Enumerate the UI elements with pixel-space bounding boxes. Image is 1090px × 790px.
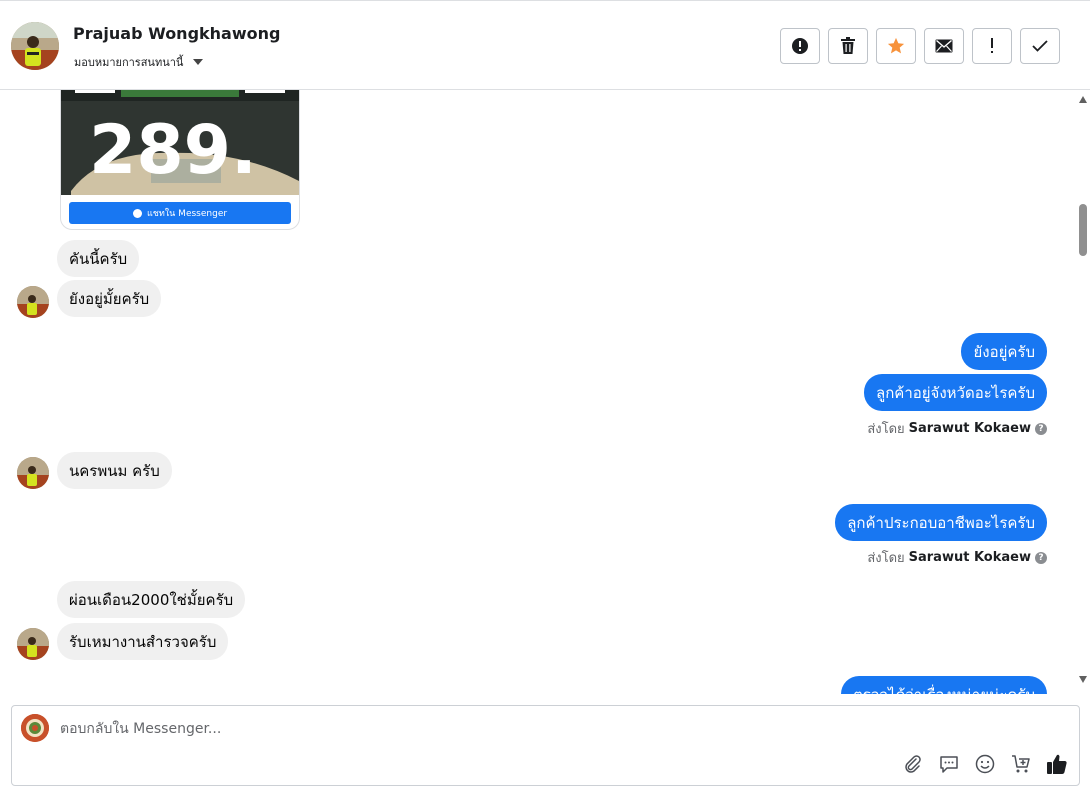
smiley-icon [975,754,995,774]
contact-avatar-small [17,628,49,660]
chat-bubble-icon [940,756,958,773]
trash-icon [841,37,855,54]
help-icon[interactable]: ? [1035,551,1047,564]
header-actions [780,28,1060,64]
star-icon [887,37,905,54]
message-thread[interactable]: 289. แชทใน Messenger คันนี้ครับ ยังอยู่ม… [0,90,1076,694]
outgoing-message[interactable]: ลูกค้าอยู่จังหวัดอะไรครับ [864,374,1047,411]
scroll-up-arrow-icon[interactable] [1079,96,1087,103]
scroll-down-arrow-icon[interactable] [1079,676,1087,683]
delete-button[interactable] [828,28,868,64]
contact-avatar-small [17,286,49,318]
incoming-message[interactable]: รับเหมางานสำรวจครับ [57,623,229,660]
outgoing-message[interactable]: ลูกค้าประกอบอาชีพอะไรครับ [835,504,1047,541]
assign-conversation-dropdown[interactable]: มอบหมายการสนทนานี้ [74,53,204,71]
contact-name[interactable]: Prajuab Wongkhawong [73,24,280,43]
ad-price-text: 289. [89,111,257,190]
follow-up-button[interactable] [972,28,1012,64]
sent-by-agent[interactable]: Sarawut Kokaew [909,550,1031,565]
mark-spam-button[interactable] [780,28,820,64]
scroll-thumb[interactable] [1079,204,1087,256]
sent-by-agent[interactable]: Sarawut Kokaew [909,421,1031,436]
check-icon [1032,40,1048,52]
ad-image[interactable]: 289. [61,90,299,195]
contact-avatar[interactable] [11,22,59,70]
add-to-cart-button[interactable] [1010,753,1032,775]
exclamation-icon [991,38,993,53]
conversation-header: Prajuab Wongkhawong มอบหมายการสนทนานี้ [0,0,1090,90]
reply-composer [11,705,1080,786]
sent-by-prefix: ส่งโดย [867,551,905,566]
thread-scrollbar[interactable] [1076,90,1090,694]
outgoing-message[interactable]: ยังอยู่ครับ [961,333,1047,370]
contact-avatar-small [17,457,49,489]
incoming-message[interactable]: นครพนม ครับ [57,452,172,489]
emoji-button[interactable] [974,753,996,775]
saved-replies-button[interactable] [938,753,960,775]
mark-unread-button[interactable] [924,28,964,64]
caret-down-icon [193,59,204,65]
like-button[interactable] [1046,753,1068,775]
alert-circle-icon [792,38,808,54]
sent-by-label: ส่งโดย Sarawut Kokaew ? [867,547,1047,568]
envelope-icon [935,39,953,53]
incoming-message[interactable]: ผ่อนเดือน2000ใช่มั้ยครับ [57,581,246,618]
reply-input[interactable] [60,718,860,740]
help-icon[interactable]: ? [1035,422,1047,435]
star-button[interactable] [876,28,916,64]
page-avatar [21,714,49,742]
mark-done-button[interactable] [1020,28,1060,64]
cart-plus-icon [1012,755,1030,773]
messenger-icon [132,208,142,218]
chat-in-messenger-button[interactable]: แชทใน Messenger [69,202,291,224]
sent-by-prefix: ส่งโดย [867,422,905,437]
composer-tools [902,753,1068,775]
paperclip-icon [905,755,921,773]
incoming-message[interactable]: คันนี้ครับ [57,240,140,277]
incoming-message[interactable]: ยังอยู่มั้ยครับ [57,280,162,317]
thumbs-up-icon [1047,754,1067,774]
assign-label: มอบหมายการสนทนานี้ [74,56,184,69]
ad-card[interactable]: 289. แชทใน Messenger [60,90,300,230]
chat-in-messenger-label: แชทใน Messenger [146,209,228,219]
outgoing-message[interactable]: ตรวจได้ว่าเรื่องหน่ายน่ะครับ [841,676,1047,694]
sent-by-label: ส่งโดย Sarawut Kokaew ? [867,418,1047,439]
attach-button[interactable] [902,753,924,775]
